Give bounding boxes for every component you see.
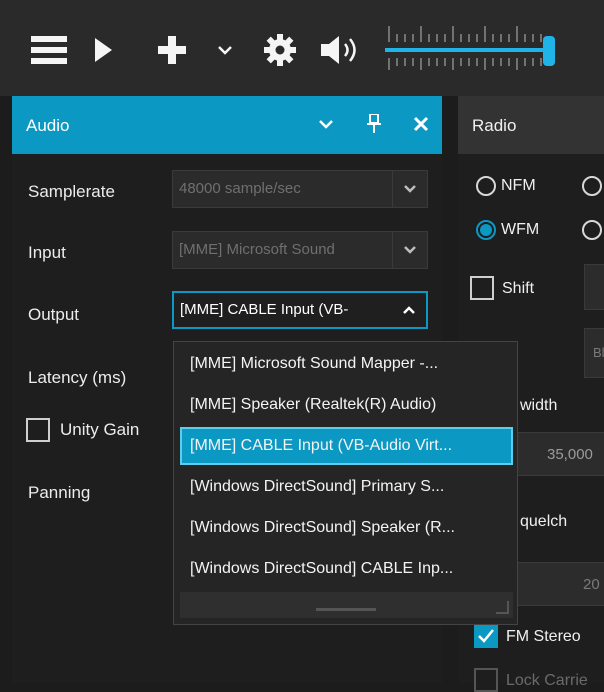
bandwidth-label: width <box>520 397 558 414</box>
chevron-down-icon[interactable] <box>392 232 427 268</box>
latency-label: Latency (ms) <box>28 368 127 387</box>
output-select[interactable]: [MME] CABLE Input (VB- <box>172 291 428 329</box>
audio-panel-title: Audio <box>26 116 70 135</box>
add-icon[interactable] <box>152 30 192 70</box>
squelch-value: 20 <box>583 576 600 593</box>
chevron-down-icon[interactable] <box>212 30 238 70</box>
dropdown-option[interactable]: [Windows DirectSound] CABLE Inp... <box>180 550 513 588</box>
dropdown-option[interactable]: [MME] Speaker (Realtek(R) Audio) <box>180 386 513 424</box>
output-dropdown-list: [MME] Microsoft Sound Mapper -... [MME] … <box>173 341 518 625</box>
dropdown-option-selected[interactable]: [MME] CABLE Input (VB-Audio Virt... <box>180 427 513 465</box>
pin-icon[interactable] <box>360 110 388 138</box>
bandwidth-value: 35,000 <box>547 446 593 463</box>
checkmark-icon <box>478 629 494 643</box>
dropdown-option[interactable]: [Windows DirectSound] Speaker (R... <box>180 509 513 547</box>
audio-panel-header: Audio <box>12 96 442 154</box>
dropdown-scrollbar[interactable] <box>180 592 513 618</box>
output-value: [MME] CABLE Input (VB- <box>180 301 349 318</box>
radio-panel-header: Radio <box>458 96 604 154</box>
close-icon[interactable] <box>407 110 435 138</box>
input-label: Input <box>28 243 66 262</box>
panning-label: Panning <box>28 483 91 502</box>
samplerate-select[interactable]: 48000 sample/sec <box>172 170 428 208</box>
input-value: [MME] Microsoft Sound <box>179 241 335 258</box>
partial-button[interactable]: Bl <box>584 328 604 378</box>
samplerate-label: Samplerate <box>28 182 115 201</box>
resize-grip-icon[interactable] <box>495 600 509 614</box>
fm-stereo-checkbox[interactable] <box>474 624 498 648</box>
partial-button-label: Bl <box>593 345 604 360</box>
lock-carrier-label: Lock Carrie <box>506 672 588 689</box>
shift-value-field[interactable] <box>584 264 604 310</box>
radio-panel-title: Radio <box>472 116 517 135</box>
radio-option-partial[interactable] <box>582 220 602 240</box>
gear-icon[interactable] <box>260 30 300 70</box>
shift-label: Shift <box>502 280 535 297</box>
nfm-label: NFM <box>501 177 536 194</box>
unity-gain-label: Unity Gain <box>60 420 140 439</box>
play-icon[interactable] <box>88 30 118 70</box>
shift-checkbox[interactable] <box>470 276 494 300</box>
chevron-up-icon[interactable] <box>392 293 426 327</box>
fm-stereo-label: FM Stereo <box>506 628 581 645</box>
dropdown-option[interactable]: [Windows DirectSound] Primary S... <box>180 468 513 506</box>
input-select[interactable]: [MME] Microsoft Sound <box>172 231 428 269</box>
scroll-thumb[interactable] <box>316 608 376 611</box>
toolbar <box>0 0 604 96</box>
chevron-down-icon[interactable] <box>392 171 427 207</box>
volume-slider[interactable] <box>385 22 555 78</box>
wfm-label: WFM <box>501 221 540 238</box>
nfm-radio[interactable] <box>476 176 496 196</box>
unity-gain-checkbox[interactable] <box>26 418 50 442</box>
samplerate-value: 48000 sample/sec <box>179 180 301 197</box>
chevron-down-icon[interactable] <box>312 110 340 138</box>
wfm-radio[interactable] <box>476 220 496 240</box>
output-label: Output <box>28 305 80 324</box>
radio-option-partial[interactable] <box>582 176 602 196</box>
speaker-icon[interactable] <box>318 30 366 70</box>
squelch-label: quelch <box>520 513 568 530</box>
wfm-radio-dot <box>480 224 492 236</box>
menu-icon[interactable] <box>28 30 70 70</box>
lock-carrier-checkbox[interactable] <box>474 668 498 692</box>
dropdown-option[interactable]: [MME] Microsoft Sound Mapper -... <box>180 345 513 383</box>
